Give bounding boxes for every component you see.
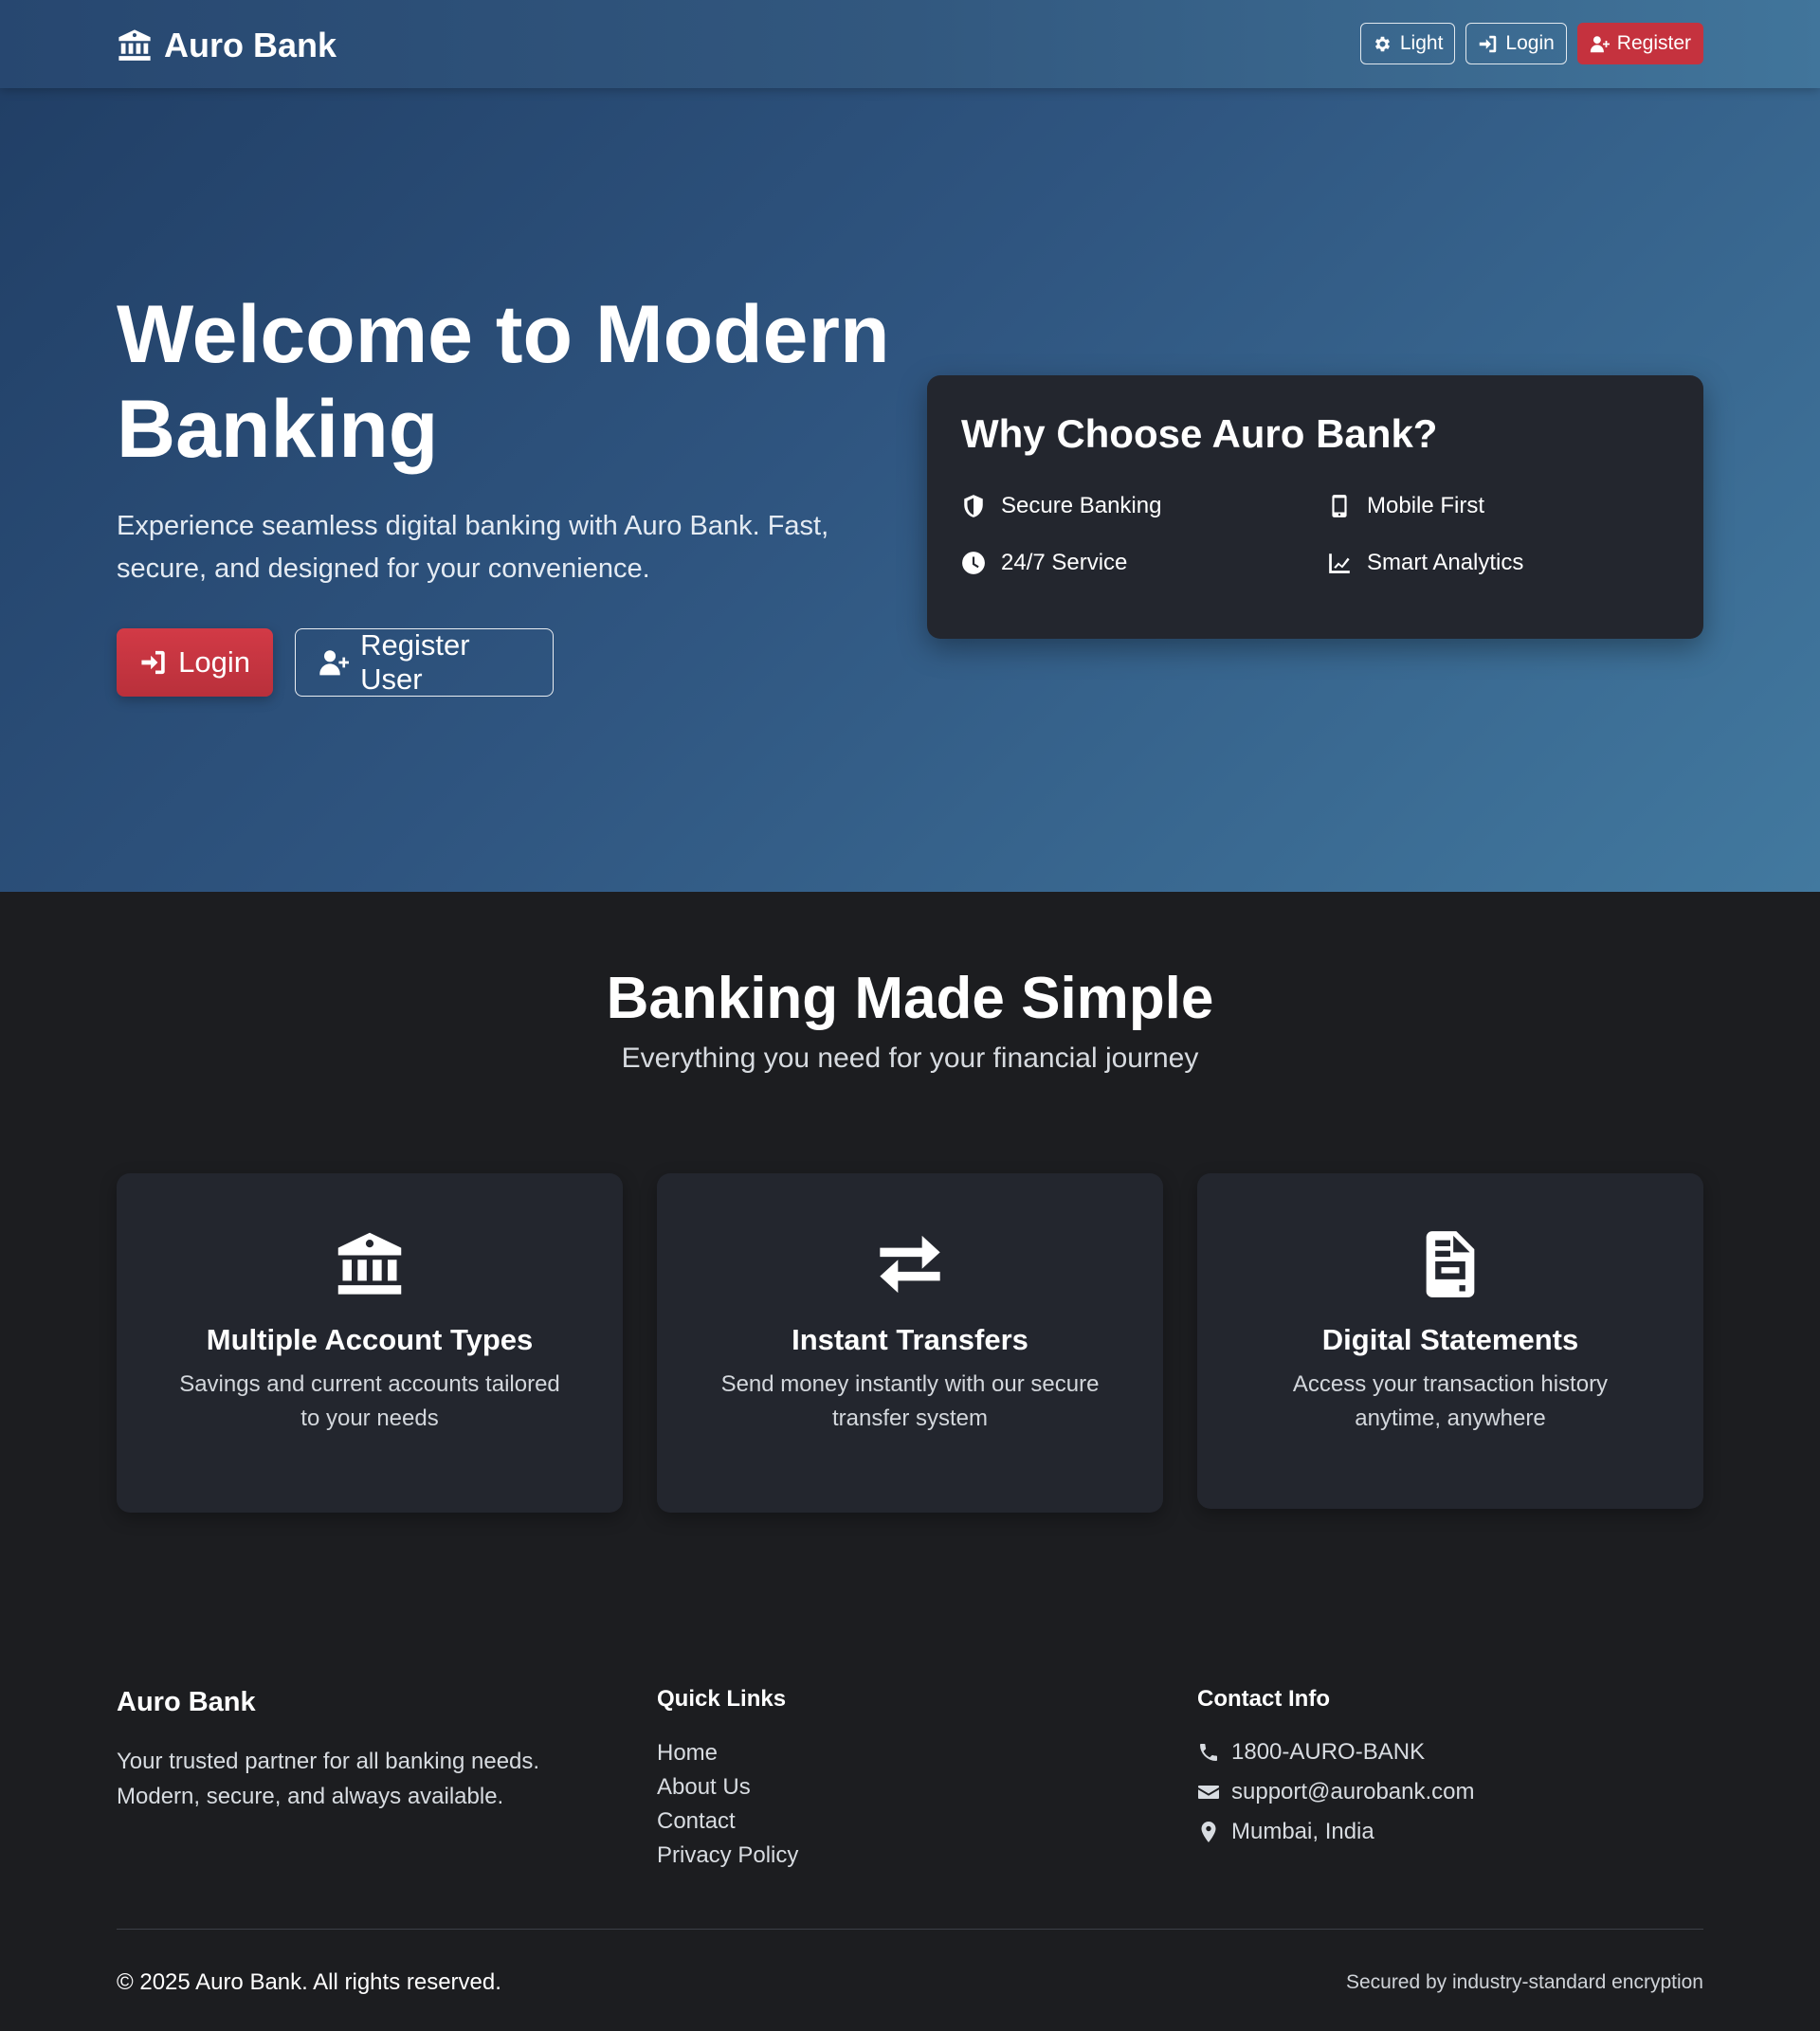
features-subtitle: Everything you need for your financial j… [621,1043,1199,1074]
footer-link-contact[interactable]: Contact [657,1804,798,1839]
phone-icon [1200,1744,1217,1761]
exchange-icon [880,1235,940,1294]
bank-icon [118,29,151,61]
feature-card: Multiple Account Types Savings and curre… [117,1173,623,1513]
invoice-icon [1426,1231,1475,1297]
why-item-label: 24/7 Service [1001,550,1128,575]
why-item-label: Mobile First [1367,493,1485,518]
nav-register-label: Register [1616,32,1691,54]
navbar: Auro Bank Light Login Register [0,0,1820,88]
bank-icon [337,1232,402,1295]
map-marker-icon [1201,1822,1216,1842]
nav-login-button[interactable]: Login [1465,23,1567,64]
why-item-service: 24/7 Service [961,550,1127,576]
clock-icon [962,552,985,574]
theme-toggle-button[interactable]: Light [1359,23,1456,64]
nav-buttons: Light Login Register [1359,23,1703,64]
user-plus-icon [319,650,350,676]
contact-info-title: Contact Info [1197,1686,1330,1712]
contact-phone: 1800-AURO-BANK [1197,1739,1425,1766]
feature-description: Access your transaction history anytime,… [1292,1371,1609,1431]
chart-line-icon [1329,553,1350,573]
theme-toggle-label: Light [1399,32,1444,54]
hero-section: Welcome to Modern Banking Experience sea… [0,88,1820,892]
why-item-label: Smart Analytics [1367,550,1524,575]
sign-in-icon [1480,35,1497,52]
brand-logo[interactable]: Auro Bank [117,26,337,65]
why-item-analytics: Smart Analytics [1327,550,1523,576]
hero-register-label: Register User [360,628,470,696]
contact-phone-text: 1800-AURO-BANK [1231,1739,1426,1765]
footer-about: Your trusted partner for all banking nee… [117,1749,540,1809]
brand-name: Auro Bank [164,26,337,64]
user-plus-icon [1590,35,1610,52]
why-choose-title: Why Choose Auro Bank? [961,411,1438,456]
feature-description: Savings and current accounts tailored to… [179,1371,560,1431]
mobile-icon [1332,495,1347,517]
feature-card: Instant Transfers Send money instantly w… [657,1173,1163,1513]
footer-link-privacy[interactable]: Privacy Policy [657,1839,798,1873]
contact-email-text[interactable]: support@aurobank.com [1231,1779,1475,1805]
quick-links-list: Home About Us Contact Privacy Policy [657,1736,798,1873]
feature-title: Multiple Account Types [206,1323,534,1356]
footer-link-about[interactable]: About Us [657,1770,798,1804]
hero-title: Welcome to Modern Banking [117,289,890,475]
feature-description: Send money instantly with our secure tra… [720,1371,1100,1431]
hero-subtitle: Experience seamless digital banking with… [117,511,829,584]
nav-register-button[interactable]: Register [1576,23,1703,64]
why-item-secure: Secure Banking [961,493,1161,519]
hero-login-label: Login [178,645,250,679]
footer-divider [117,1929,1703,1930]
hero-login-button[interactable]: Login [117,628,273,697]
features-title: Banking Made Simple [606,966,1214,1031]
why-choose-card: Why Choose Auro Bank? Secure Banking Mob… [927,375,1703,639]
footer-link-home[interactable]: Home [657,1736,798,1770]
copyright-text: © 2025 Auro Bank. All rights reserved. [117,1969,501,1995]
feature-title: Instant Transfers [792,1323,1028,1356]
feature-card: Digital Statements Access your transacti… [1197,1173,1703,1509]
contact-location-text: Mumbai, India [1231,1819,1374,1844]
shield-icon [964,495,983,517]
feature-title: Digital Statements [1321,1323,1579,1356]
why-item-mobile: Mobile First [1327,493,1484,519]
why-item-label: Secure Banking [1001,493,1162,518]
contact-email: support@aurobank.com [1197,1779,1475,1805]
quick-links-title: Quick Links [657,1686,787,1712]
contact-location: Mumbai, India [1197,1819,1374,1845]
sign-in-icon [141,650,165,675]
gear-icon [1374,36,1390,51]
security-note: Secured by industry-standard encryption [1345,1971,1703,1993]
nav-login-label: Login [1505,32,1555,54]
footer-brand: Auro Bank [117,1687,256,1717]
hero-register-button[interactable]: Register User [295,628,554,697]
envelope-icon [1198,1786,1219,1799]
